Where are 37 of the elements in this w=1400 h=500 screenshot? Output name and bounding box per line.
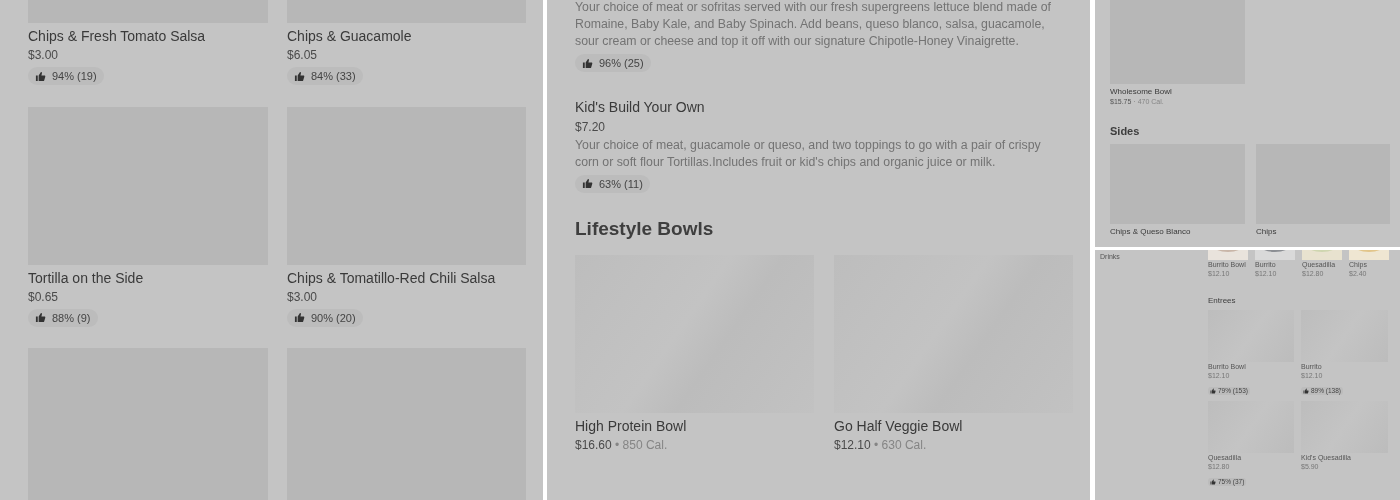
thumbs-up-icon: [294, 70, 305, 82]
item-name: Go Half Veggie Bowl: [834, 417, 964, 435]
thumbs-up-icon: [582, 178, 593, 189]
thumbs-up-icon: [35, 312, 46, 323]
section-heading: Lifestyle Bowls: [575, 218, 715, 240]
rating-text: 84% (33): [311, 70, 356, 82]
thumbs-up-icon: [1210, 479, 1216, 485]
thumbs-up-icon: [582, 57, 593, 69]
section-heading: Entrees: [1208, 296, 1237, 305]
section-heading: Sides: [1110, 125, 1141, 137]
item-name: Kid's Build Your Own: [575, 97, 706, 116]
rating-text: 88% (9): [52, 311, 91, 324]
rating-text: 94% (19): [52, 70, 97, 82]
item-price: $7.20: [575, 119, 607, 134]
item-price: $12.10 • 630 Cal.: [834, 438, 928, 453]
item-price: $0.65: [28, 289, 60, 305]
item-name: Wholesome Bowl: [1110, 87, 1173, 97]
item-description: Your choice of meat or sofritas served with our fresh supergreens lettuce blend made of Romaine, Baby Kale, and Baby Spinach. Add beans, queso blanco, salsa, guacamole, sour cream or cheese and top it off with our signature Chipotle-Honey Vinaigrette.: [575, 0, 1052, 50]
rating-text: 90% (20): [311, 311, 356, 324]
item-name: Chips & Fresh Tomato Salsa: [28, 27, 207, 45]
thumbs-up-icon: [35, 70, 46, 82]
item-name: Chips & Queso Blanco: [1110, 227, 1192, 237]
item-name: Chips: [1256, 227, 1278, 237]
thumbs-up-icon: [294, 312, 305, 323]
item-name: High Protein Bowl: [575, 417, 688, 435]
rating-text: 96% (25): [599, 57, 644, 69]
thumbs-up-icon: [1210, 388, 1216, 394]
item-price: $3.00: [287, 289, 319, 305]
item-description: Your choice of meat, guacamole or queso, and two toppings to go with a pair of crispy corn or soft flour Tortillas.Includes fruit or kid's chips and organic juice or milk.: [575, 136, 1042, 171]
thumbs-up-icon: [1303, 388, 1309, 394]
item-name: Chips & Tomatillo-Red Chili Salsa: [287, 268, 497, 287]
item-price: $3.00: [28, 48, 60, 63]
rating-text: 63% (11): [599, 177, 643, 190]
item-price: $6.05: [287, 48, 319, 63]
item-name: Chips & Guacamole: [287, 27, 413, 45]
item-name: Tortilla on the Side: [28, 268, 145, 287]
item-price: $16.60 • 850 Cal.: [575, 438, 669, 453]
